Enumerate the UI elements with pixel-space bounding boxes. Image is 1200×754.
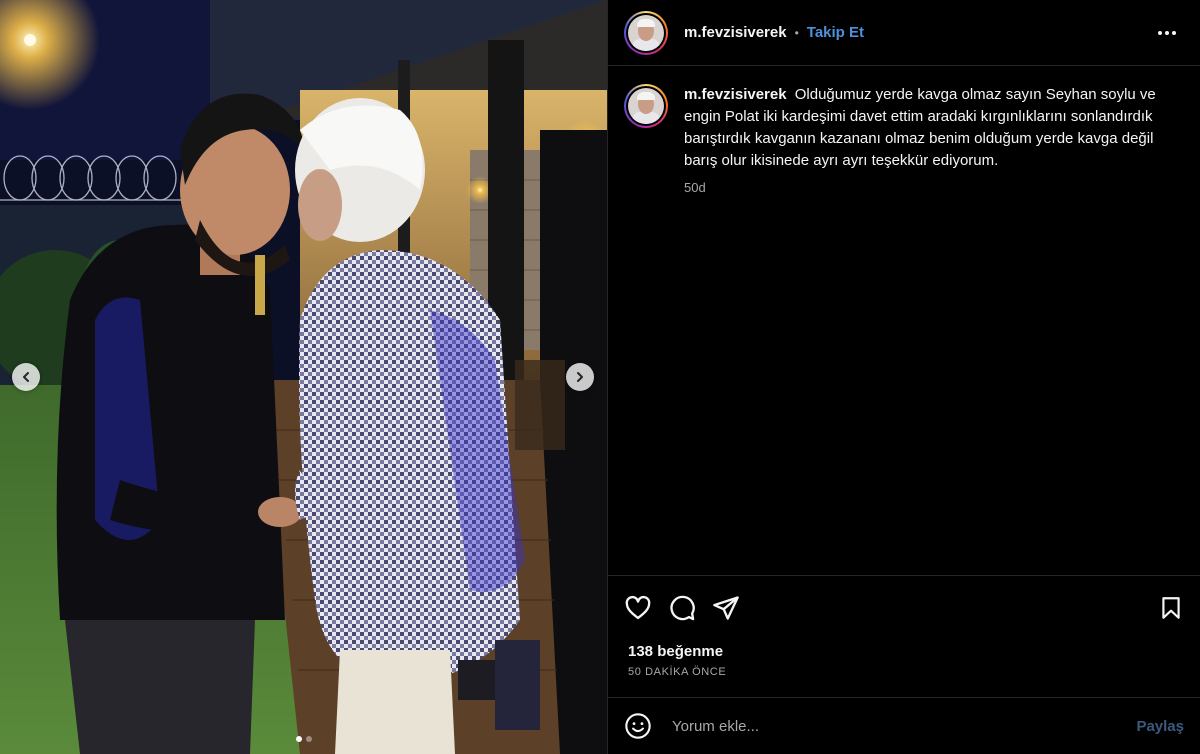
comment-icon[interactable]: [668, 594, 696, 622]
follow-button[interactable]: Takip Et: [807, 24, 864, 41]
avatar[interactable]: [624, 10, 668, 55]
likes-count[interactable]: 138 beğenme: [628, 643, 723, 660]
post-header: m.fevzisiverek • Takip Et: [608, 0, 1200, 66]
action-bar: [608, 580, 1200, 636]
post-details-panel: m.fevzisiverek • Takip Et m.fevzisiverek…: [607, 0, 1200, 754]
caption-avatar[interactable]: [624, 84, 668, 128]
caption-section: m.fevzisiverek Olduğumuz yerde kavga olm…: [608, 66, 1200, 576]
photo-illustration: [0, 0, 607, 754]
previous-slide-button[interactable]: [12, 363, 40, 391]
bookmark-icon[interactable]: [1158, 594, 1184, 622]
chevron-left-icon: [23, 372, 29, 382]
comment-input[interactable]: [670, 716, 1137, 736]
more-options-icon[interactable]: [1150, 25, 1184, 41]
caption: m.fevzisiverek Olduğumuz yerde kavga olm…: [684, 84, 1164, 172]
comment-bar: Paylaş: [608, 697, 1200, 754]
paper-plane-icon[interactable]: [712, 594, 740, 622]
username-link[interactable]: m.fevzisiverek: [684, 24, 787, 41]
caption-username[interactable]: m.fevzisiverek: [684, 86, 787, 103]
caption-time: 50d: [684, 180, 706, 195]
next-slide-button[interactable]: [566, 363, 594, 391]
emoji-icon[interactable]: [624, 712, 652, 740]
slide-indicator: [0, 736, 607, 742]
heart-icon[interactable]: [624, 594, 652, 622]
post-comment-button[interactable]: Paylaş: [1136, 718, 1184, 735]
posted-time[interactable]: 50 DAKİKA ÖNCE: [628, 666, 726, 678]
separator: •: [794, 25, 799, 40]
slide-dot: [295, 736, 302, 742]
chevron-right-icon: [577, 372, 583, 382]
slide-dot: [305, 736, 312, 742]
post-image[interactable]: [0, 0, 607, 754]
